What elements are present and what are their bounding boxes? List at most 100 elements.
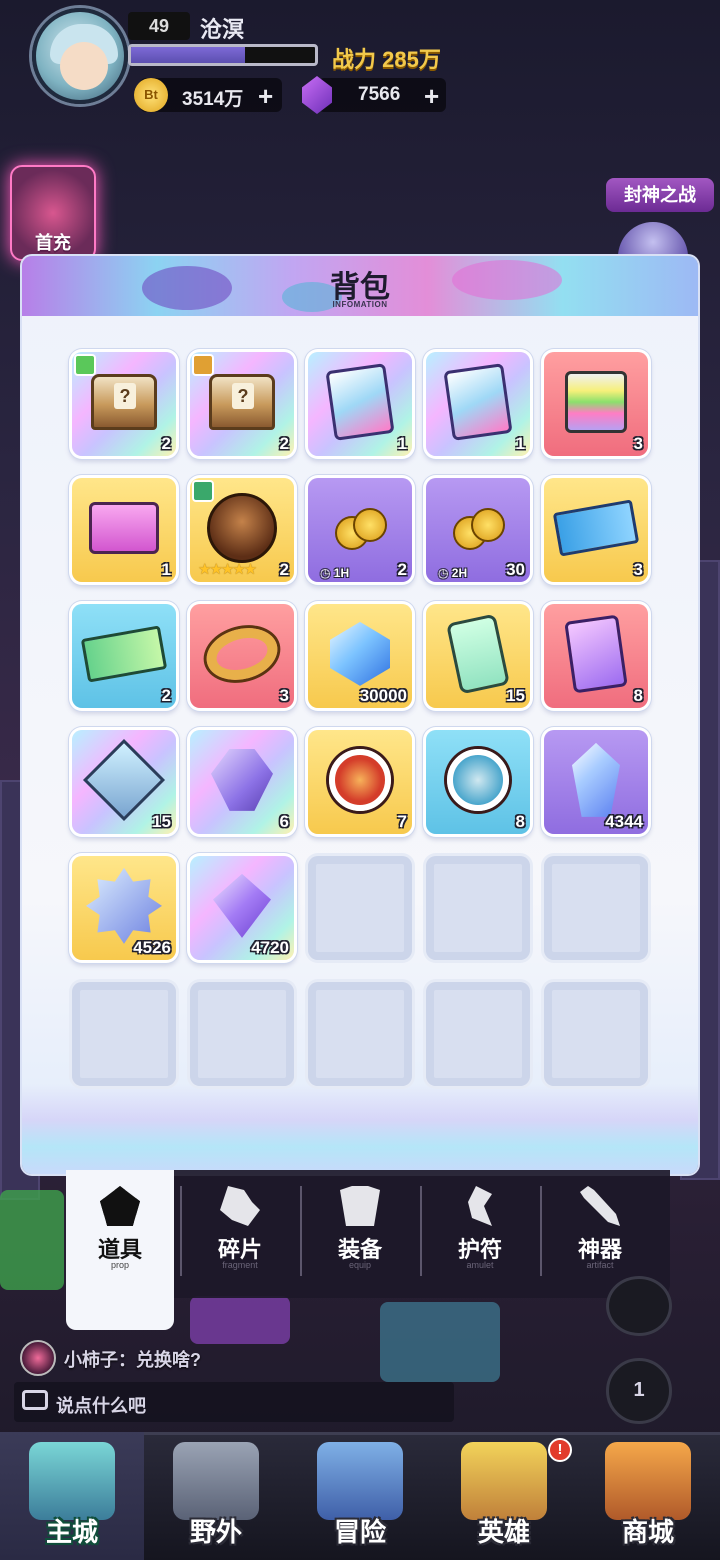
planet-card-icon: [564, 614, 628, 694]
gift-box-icon: [89, 501, 159, 554]
duration-tag: ◷ 2H: [438, 566, 468, 580]
tab-fragment[interactable]: 碎片 fragment: [181, 1170, 299, 1298]
nav-main-city[interactable]: 主城: [0, 1432, 144, 1560]
gem-icon: [330, 621, 390, 686]
player-avatar[interactable]: [32, 8, 128, 104]
ranking-button[interactable]: 1: [606, 1358, 672, 1424]
diamond-frame-icon: [82, 738, 166, 821]
item-slot-golden-ring[interactable]: 3: [190, 604, 294, 708]
item-slot-planet-card[interactable]: 8: [544, 604, 648, 708]
empty-slot[interactable]: [308, 982, 412, 1086]
item-count: 3: [633, 560, 643, 579]
empty-slot[interactable]: [426, 982, 530, 1086]
item-slot-purple-crystal-block[interactable]: 6: [190, 730, 294, 834]
item-count: 30000: [359, 686, 407, 705]
nav-label: 野外: [189, 1517, 242, 1547]
item-count: 4344: [605, 812, 643, 831]
gem-icon: [213, 873, 271, 938]
first-charge-button[interactable]: 首充: [10, 165, 96, 261]
item-slot-blue-gem[interactable]: 30000: [308, 604, 412, 708]
empty-slot[interactable]: [72, 982, 176, 1086]
coin-icon: Bt: [134, 78, 168, 112]
item-slot-purple-gem[interactable]: 4720: [190, 856, 294, 960]
item-slot-blue-crystal[interactable]: 4344: [544, 730, 648, 834]
puzzle-icon: [220, 1186, 260, 1226]
panel-subtitle: INFOMATION: [332, 300, 388, 309]
item-count: 2: [161, 434, 171, 453]
nav-adventure[interactable]: 冒险: [288, 1432, 432, 1560]
item-slot-red-chip[interactable]: 7: [308, 730, 412, 834]
sword-icon: [580, 1186, 620, 1226]
card-pack-icon: [325, 363, 395, 441]
phone-icon: [446, 613, 510, 695]
side-menu-button[interactable]: [606, 1276, 672, 1336]
rarity-badge-icon: [192, 354, 214, 376]
tab-amulet[interactable]: 护符 amulet: [421, 1170, 539, 1298]
nav-label: 冒险: [333, 1517, 386, 1547]
empty-slot[interactable]: [426, 856, 530, 960]
add-gem-button[interactable]: +: [424, 83, 439, 109]
feng-shen-event-button[interactable]: 封神之战: [606, 178, 714, 212]
first-charge-label: 首充: [35, 233, 71, 253]
chest-icon: [91, 373, 157, 430]
crystal-icon: [572, 742, 620, 817]
item-slot-coin-boost-2h[interactable]: ◷ 2H 30: [426, 478, 530, 582]
cube-icon: [565, 370, 627, 433]
add-coin-button[interactable]: +: [258, 83, 273, 109]
star-badge-icon: [86, 867, 162, 944]
empty-slot[interactable]: [308, 856, 412, 960]
item-slot-blue-chip[interactable]: 8: [426, 730, 530, 834]
item-slot-card-pack[interactable]: 1: [308, 352, 412, 456]
item-slot-pink-gift-box[interactable]: 1: [72, 478, 176, 582]
shop-icon: [605, 1442, 691, 1520]
hero-icon: [461, 1442, 547, 1520]
item-count: 6: [279, 812, 289, 831]
chat-sender-avatar: [20, 1340, 56, 1376]
tab-prop[interactable]: 道具 prop: [66, 1170, 174, 1330]
nav-wild[interactable]: 野外: [144, 1432, 288, 1560]
rarity-badge-icon: [192, 480, 214, 502]
nav-shop[interactable]: 商城: [576, 1432, 720, 1560]
tab-equip[interactable]: 装备 equip: [301, 1170, 419, 1298]
item-slot-mystery-chest-rainbow-2[interactable]: 2: [190, 352, 294, 456]
empty-slot[interactable]: [190, 982, 294, 1086]
tab-sublabel: fragment: [222, 1260, 258, 1270]
chip-icon: [329, 748, 391, 811]
empty-slot[interactable]: [544, 982, 648, 1086]
tab-sublabel: amulet: [466, 1260, 494, 1270]
amulet-icon: [468, 1186, 492, 1226]
coins-icon: [453, 507, 505, 550]
item-slot-blue-ticket[interactable]: 3: [544, 478, 648, 582]
item-slot-diamond-frame[interactable]: 15: [72, 730, 176, 834]
chat-last-message[interactable]: 小柿子：兑换啥?: [64, 1346, 201, 1372]
item-slot-hero-fragment[interactable]: ★★★★★ 2: [190, 478, 294, 582]
item-slot-star-badge[interactable]: 4526: [72, 856, 176, 960]
ticket-icon: [552, 499, 640, 557]
backpack-panel: 背包 INFOMATION 221131★★★★★2◷ 1H2◷ 2H30323…: [22, 256, 698, 1174]
item-slot-card-pack-2[interactable]: 1: [426, 352, 530, 456]
ranking-button-label: 1: [633, 1379, 645, 1401]
item-slot-green-ticket[interactable]: 2: [72, 604, 176, 708]
star-rating: ★★★★★: [198, 561, 257, 578]
item-slot-rainbow-cube[interactable]: 3: [544, 352, 648, 456]
hero-alert-badge: !: [548, 1438, 572, 1462]
xp-bar: [128, 44, 318, 66]
empty-slot[interactable]: [544, 856, 648, 960]
tab-sublabel: prop: [110, 1260, 129, 1270]
city-icon: [29, 1442, 115, 1520]
gem-value: 7566: [358, 84, 401, 105]
monster-icon: [317, 1442, 403, 1520]
item-count: 8: [515, 812, 525, 831]
tab-sublabel: artifact: [586, 1260, 614, 1270]
item-slot-mystery-chest-rainbow[interactable]: 2: [72, 352, 176, 456]
item-count: 7: [397, 812, 407, 831]
background-neon-sign: [190, 1296, 290, 1344]
rarity-badge-icon: [74, 354, 96, 376]
panel-footer: [22, 1084, 698, 1174]
card-pack-icon: [443, 363, 513, 441]
item-slot-device-card[interactable]: 15: [426, 604, 530, 708]
ring-icon: [200, 620, 284, 688]
item-slot-coin-boost-1h[interactable]: ◷ 1H 2: [308, 478, 412, 582]
item-count: 2: [279, 560, 289, 579]
item-count: 2: [279, 434, 289, 453]
